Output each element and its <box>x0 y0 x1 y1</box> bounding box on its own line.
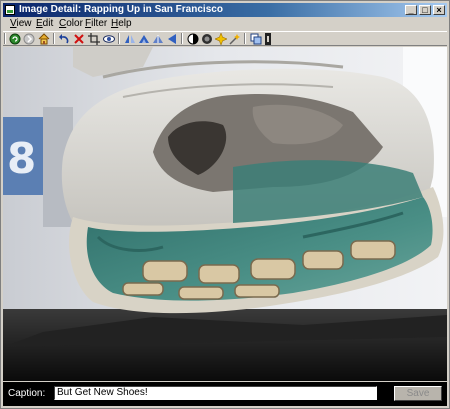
toolbar-separator <box>118 33 120 44</box>
effects-icon[interactable] <box>229 33 241 45</box>
home-icon[interactable] <box>38 33 50 45</box>
menu-view[interactable]: View <box>10 18 32 30</box>
close-button[interactable]: × <box>433 5 445 15</box>
red-eye-icon[interactable] <box>103 33 115 45</box>
menu-bar: View Edit Color Filter Help <box>3 18 447 30</box>
menu-filter[interactable]: Filter <box>85 18 107 30</box>
menu-color[interactable]: Color <box>59 18 83 30</box>
app-icon <box>5 5 15 15</box>
minimize-button[interactable]: _ <box>405 5 417 15</box>
window-title: Image Detail: Rapping Up in San Francisc… <box>19 4 223 15</box>
caption-bar: Caption: But Get New Shoes! Save <box>3 382 447 406</box>
svg-text:8: 8 <box>7 134 36 183</box>
toolbar-grip <box>4 33 6 44</box>
brightness-icon[interactable] <box>201 33 213 45</box>
more-icon[interactable] <box>265 33 277 45</box>
menu-edit[interactable]: Edit <box>36 18 53 30</box>
toolbar <box>3 31 447 46</box>
crop-icon[interactable] <box>88 33 100 45</box>
toolbar-separator <box>244 33 246 44</box>
flip-vertical-icon[interactable] <box>138 33 150 45</box>
rotate-left-icon[interactable] <box>152 33 164 45</box>
delete-icon[interactable] <box>73 33 85 45</box>
copy-icon[interactable] <box>250 33 262 45</box>
caption-input[interactable]: But Get New Shoes! <box>54 386 377 400</box>
maximize-button[interactable]: □ <box>419 5 431 15</box>
contrast-icon[interactable] <box>187 33 199 45</box>
refresh-icon[interactable] <box>9 33 21 45</box>
forward-icon[interactable] <box>23 33 35 45</box>
worn-shoe-sole-photo: 8 <box>3 47 447 381</box>
toolbar-separator <box>53 33 55 44</box>
image-detail-window: Image Detail: Rapping Up in San Francisc… <box>0 0 450 409</box>
caption-label: Caption: <box>8 388 46 399</box>
save-button[interactable]: Save <box>394 386 442 401</box>
undo-icon[interactable] <box>58 33 70 45</box>
photo-viewport[interactable]: 8 <box>3 47 447 381</box>
sharpen-icon[interactable] <box>215 33 227 45</box>
toolbar-separator <box>181 33 183 44</box>
title-bar[interactable]: Image Detail: Rapping Up in San Francisc… <box>3 3 447 17</box>
menu-help[interactable]: Help <box>111 18 132 30</box>
rotate-right-icon[interactable] <box>166 33 178 45</box>
flip-horizontal-icon[interactable] <box>124 33 136 45</box>
